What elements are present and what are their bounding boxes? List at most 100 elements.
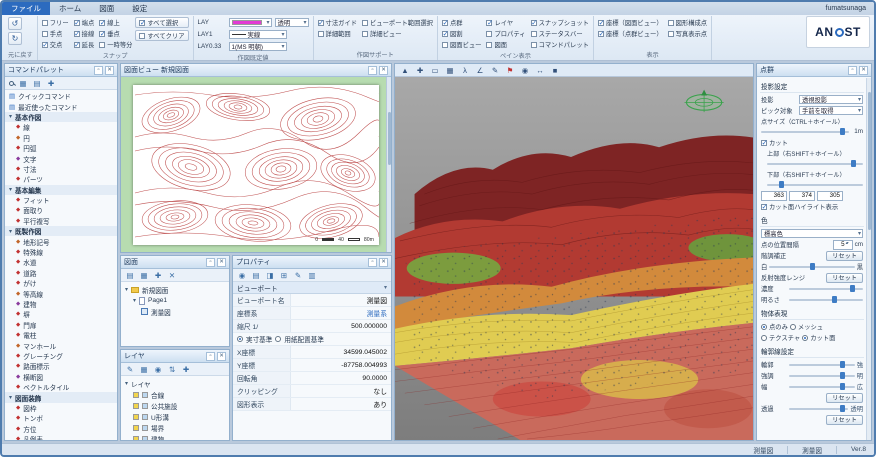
checkbox-icon[interactable] — [442, 20, 448, 26]
layers-root-node[interactable]: ▾ レイヤ — [121, 378, 229, 389]
linetype-dropdown[interactable]: 実線 — [229, 30, 287, 39]
support-toggle[interactable]: 寸法ガイド — [318, 17, 357, 28]
palette-row[interactable]: 円弧 — [5, 143, 117, 153]
flag-icon[interactable]: ⚑ — [505, 65, 515, 75]
snap-toggle[interactable]: 一時等分 — [99, 39, 132, 50]
slider-thumb[interactable] — [851, 160, 856, 167]
split-view-icon[interactable]: ◨ — [265, 270, 275, 280]
checkbox-icon[interactable] — [598, 20, 604, 26]
palette-row[interactable]: フィット — [5, 195, 117, 205]
snap-toggle[interactable]: 端点 — [74, 17, 95, 28]
close-icon[interactable]: ✕ — [859, 66, 868, 75]
palette-row[interactable]: ベクトルタイル — [5, 382, 117, 392]
pane-toggle[interactable]: 図面 — [486, 39, 525, 50]
palette-row[interactable]: 線 — [5, 122, 117, 132]
palette-row[interactable]: 面取り — [5, 205, 117, 215]
layer-color-icon[interactable] — [133, 392, 139, 398]
support-toggle[interactable]: ビューポート範囲選択 — [362, 17, 433, 28]
distance-icon[interactable]: ↔ — [535, 65, 545, 75]
checkbox-icon[interactable] — [318, 20, 324, 26]
slider-thumb[interactable] — [840, 405, 845, 412]
pane-toggle[interactable]: 図面ビュー — [442, 39, 481, 50]
sheet-list-icon[interactable]: ▤ — [125, 270, 135, 280]
palette-row[interactable]: 地形記号 — [5, 236, 117, 246]
edit-layer-icon[interactable]: ✎ — [125, 364, 135, 374]
checkbox-icon[interactable] — [42, 42, 48, 48]
snap-toggle[interactable]: 接線 — [74, 28, 95, 39]
cube-icon[interactable]: ■ — [550, 65, 560, 75]
support-toggle[interactable]: 詳細範囲 — [318, 28, 357, 39]
add-sheet-icon[interactable]: ✚ — [153, 270, 163, 280]
cut-highlight-checkbox[interactable] — [761, 204, 767, 210]
pin-icon[interactable]: ▫ — [368, 258, 377, 267]
palette-row[interactable]: マンホール — [5, 340, 117, 350]
add-layer-icon[interactable]: ✚ — [181, 364, 191, 374]
checkbox-icon[interactable] — [99, 42, 105, 48]
property-value[interactable]: 500.000000 — [291, 320, 391, 332]
property-value[interactable]: あり — [291, 398, 391, 410]
clear-all-button[interactable]: すべてクリア — [135, 30, 188, 41]
property-value[interactable]: 90.0000 — [291, 372, 391, 384]
close-icon[interactable]: ✕ — [379, 66, 388, 75]
palette-row[interactable]: 基本作図 — [5, 112, 117, 122]
pin-icon[interactable]: ▫ — [206, 258, 215, 267]
property-row[interactable]: Y座標 -87758.004993 — [233, 359, 391, 372]
checkbox-icon[interactable] — [99, 31, 105, 37]
point-interval-stepper[interactable]: 5 — [833, 240, 853, 250]
property-row[interactable]: 縮尺 1/ 500.000000 — [233, 320, 391, 333]
pin-icon[interactable]: ▫ — [94, 66, 103, 75]
layer-color-icon[interactable] — [133, 414, 139, 420]
close-icon[interactable]: ✕ — [379, 258, 388, 267]
outline-slider[interactable] — [789, 383, 855, 391]
pin-icon[interactable]: ▫ — [848, 66, 857, 75]
cut-checkbox[interactable] — [761, 140, 767, 146]
palette-row[interactable]: 平行複写 — [5, 216, 117, 226]
pane-toggle[interactable]: 点群 — [442, 17, 481, 28]
layer-row[interactable]: 合線 — [121, 389, 229, 400]
sort-icon[interactable]: ⇅ — [167, 364, 177, 374]
property-row[interactable]: 図形表示 あり — [233, 398, 391, 411]
slider-thumb[interactable] — [840, 361, 845, 368]
property-value[interactable]: なし — [291, 385, 391, 397]
pane-toggle[interactable]: レイヤ — [486, 17, 525, 28]
angle-measure-icon[interactable]: ∠ — [475, 65, 485, 75]
alpha-slider[interactable] — [789, 405, 848, 413]
add-command-icon[interactable]: ✚ — [46, 78, 56, 88]
palette-row[interactable]: トンボ — [5, 413, 117, 423]
snap-toggle[interactable]: フリー — [42, 17, 69, 28]
radio-icon[interactable] — [237, 336, 243, 342]
outline-slider[interactable] — [789, 372, 855, 380]
pane-toggle[interactable]: スナップショット — [531, 17, 589, 28]
checkbox-icon[interactable] — [99, 20, 105, 26]
redo-icon[interactable]: ↻ — [8, 32, 22, 45]
grid-icon[interactable]: ⊞ — [279, 270, 289, 280]
palette-row[interactable]: 図面装飾 — [5, 392, 117, 402]
tone-slider[interactable] — [769, 263, 854, 271]
filter-icon[interactable]: ▥ — [307, 270, 317, 280]
checkbox-icon[interactable] — [42, 20, 48, 26]
close-icon[interactable]: ✕ — [217, 352, 226, 361]
checkbox-icon[interactable] — [598, 31, 604, 37]
close-icon[interactable]: ✕ — [105, 66, 114, 75]
font-dropdown[interactable]: 1(MS 明朝) — [229, 42, 287, 51]
palette-row[interactable]: 図枠 — [5, 403, 117, 413]
info-icon[interactable]: ◉ — [237, 270, 247, 280]
checkbox-icon[interactable] — [442, 31, 448, 37]
checkbox-icon[interactable] — [74, 20, 80, 26]
target-icon[interactable]: ◉ — [520, 65, 530, 75]
checkbox-icon[interactable] — [531, 42, 537, 48]
color-mode-dropdown[interactable]: 標高色 — [761, 229, 863, 238]
brightness-slider[interactable] — [789, 296, 863, 304]
layer-grid-icon[interactable]: ▦ — [139, 364, 149, 374]
palette-row[interactable]: 道路 — [5, 268, 117, 278]
layer-visibility-icon[interactable] — [142, 403, 148, 409]
cut-value-mid[interactable]: 374 — [789, 191, 815, 201]
palette-row[interactable]: 門扉 — [5, 320, 117, 330]
pin-icon[interactable]: ▫ — [368, 66, 377, 75]
outline-slider[interactable] — [789, 361, 855, 369]
pane-toggle[interactable]: ステータスバー — [531, 28, 589, 39]
checkbox-icon[interactable] — [486, 42, 492, 48]
select-all-button[interactable]: すべて選択 — [135, 17, 188, 28]
reflect-reset-button[interactable]: リセット — [826, 273, 863, 283]
layer-row[interactable]: 公共施設 — [121, 400, 229, 411]
